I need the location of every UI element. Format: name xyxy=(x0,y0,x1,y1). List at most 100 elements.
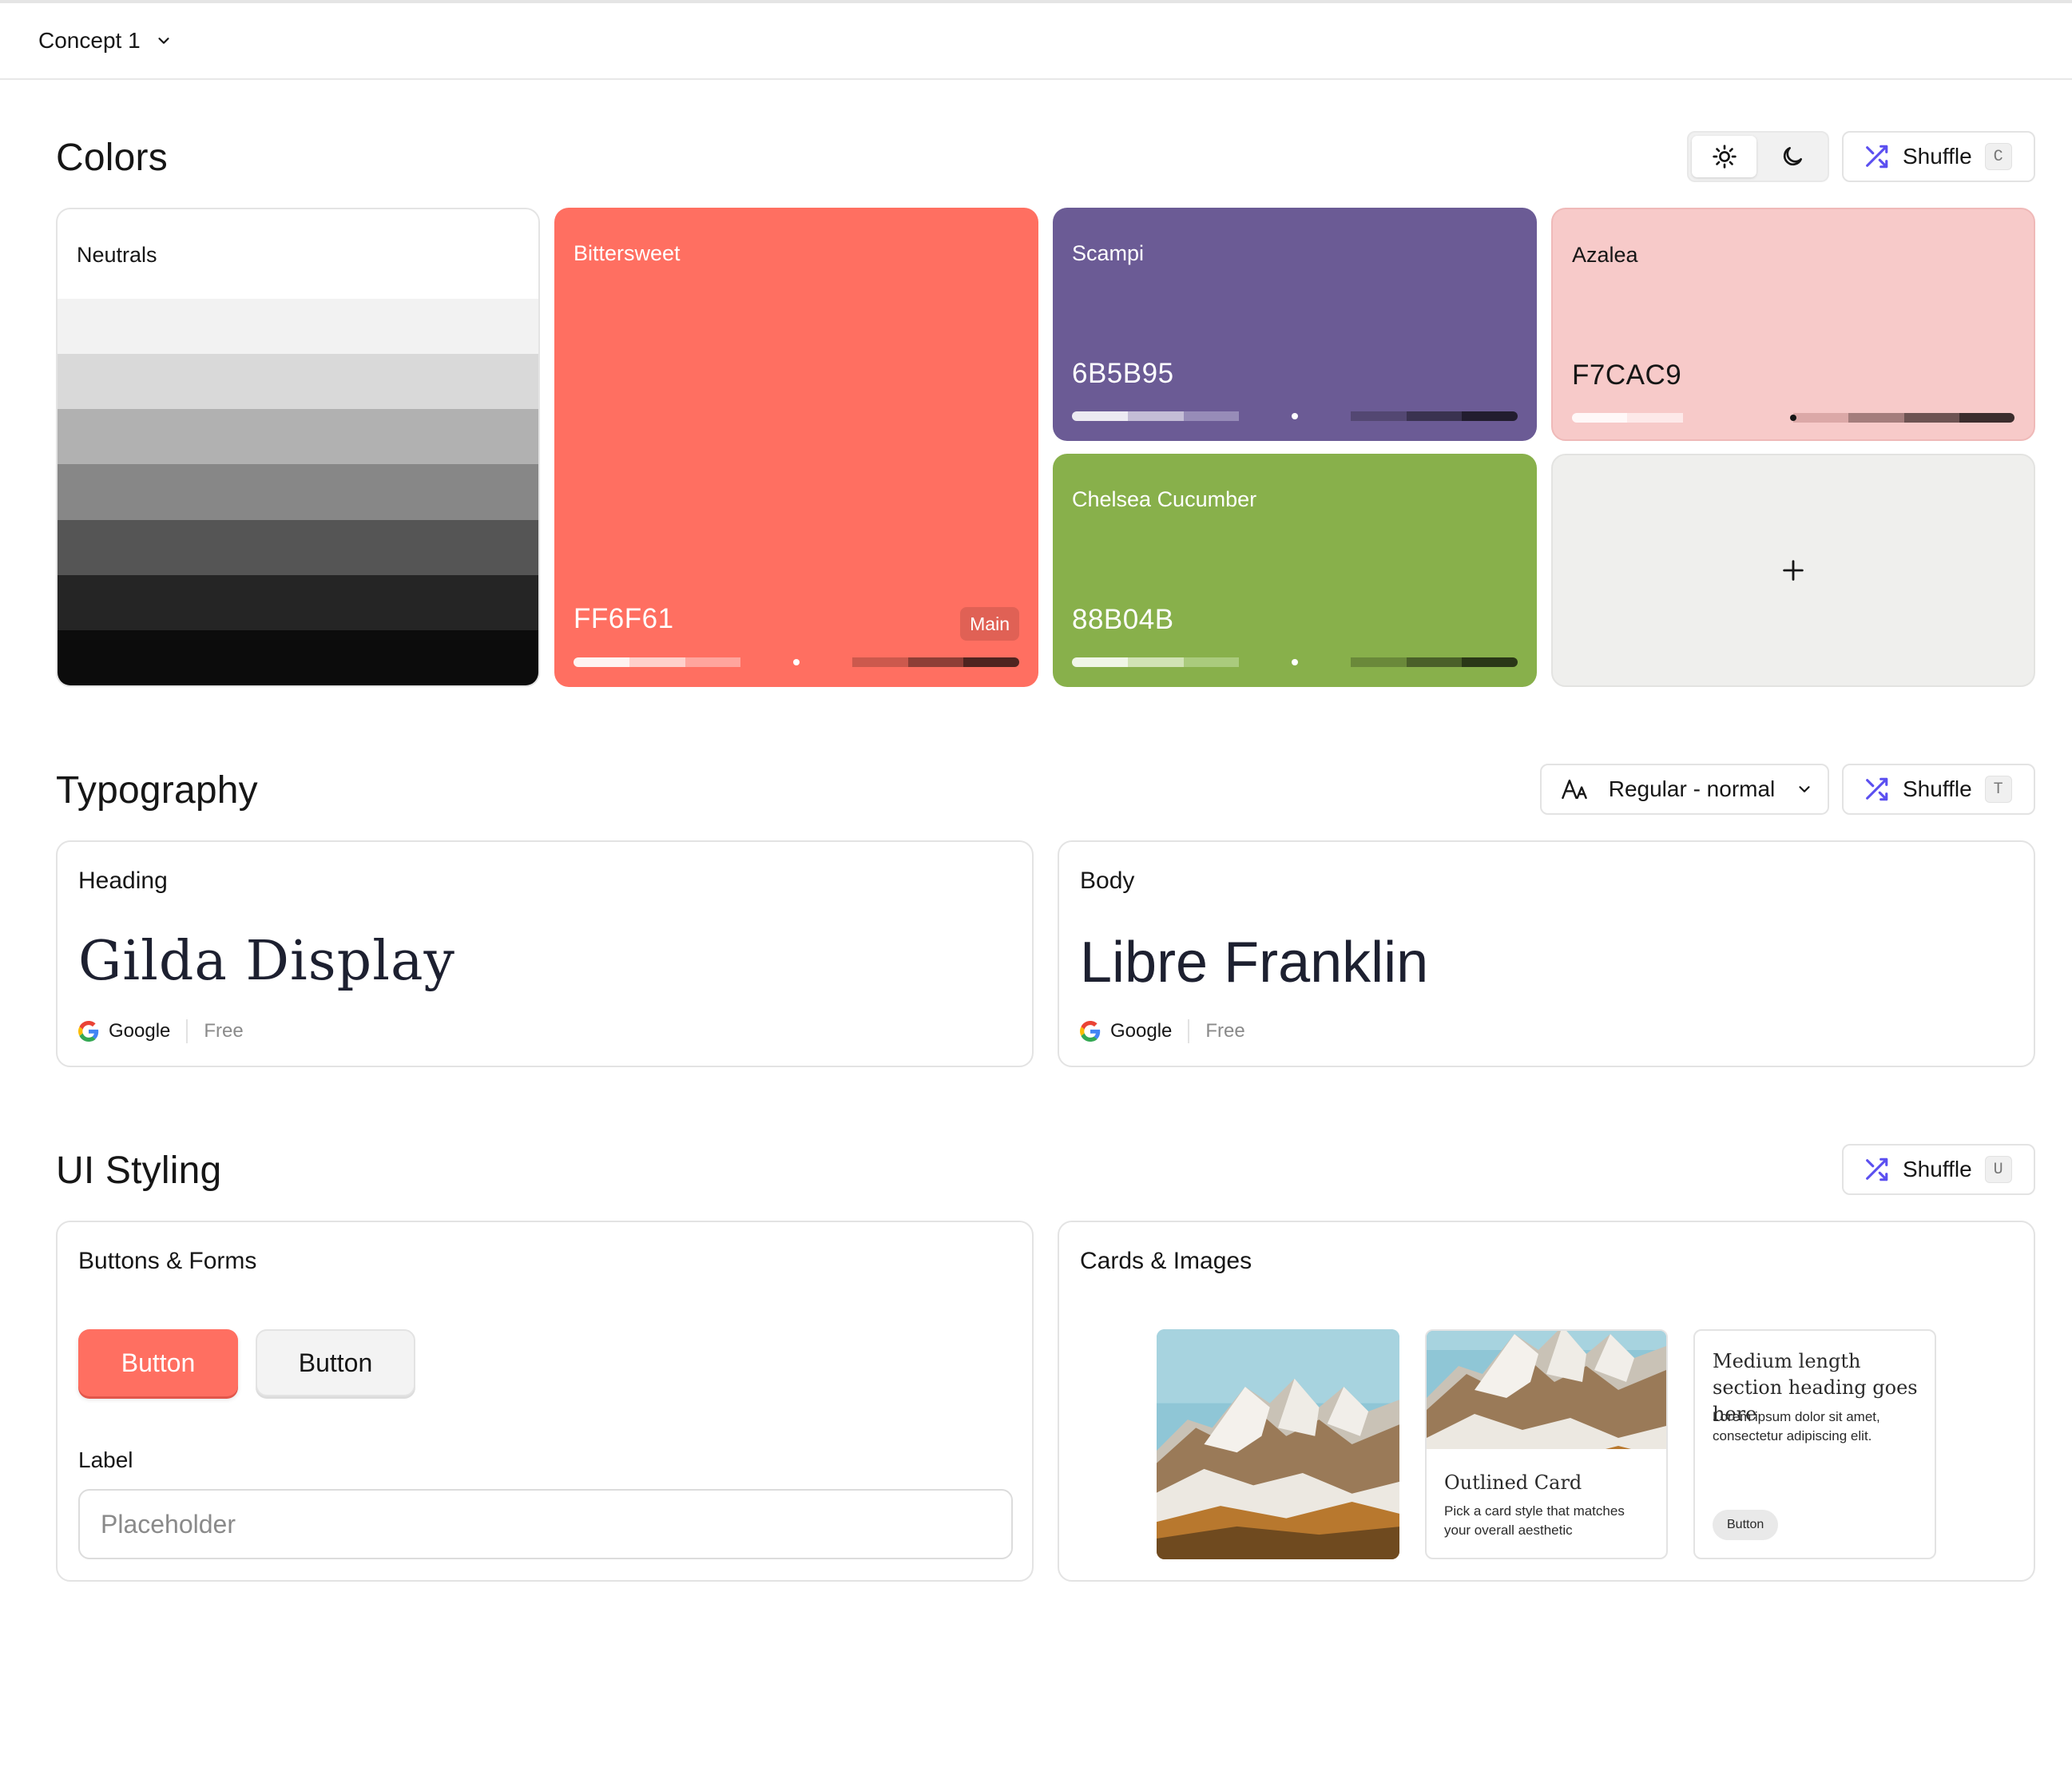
scale-step xyxy=(1406,657,1463,667)
heading-font-panel[interactable]: Heading Gilda Display Google Free xyxy=(56,840,1034,1067)
body-font-panel[interactable]: Body Libre Franklin Google Free xyxy=(1058,840,2035,1067)
scale-step xyxy=(1572,413,1628,423)
shuffle-label: Shuffle xyxy=(1903,144,1972,169)
scale-step xyxy=(1072,657,1128,667)
neutral-swatch[interactable] xyxy=(58,519,538,575)
colors-shuffle-button[interactable]: Shuffle C xyxy=(1842,131,2035,182)
outlined-card-title: Outlined Card xyxy=(1444,1471,1582,1494)
scale-step xyxy=(1793,413,1849,423)
image-card[interactable] xyxy=(1157,1329,1399,1559)
font-weight-select[interactable]: Regular - normal xyxy=(1540,764,1829,815)
shortcut-key: U xyxy=(1984,1156,2012,1183)
swatch-hex: 6B5B95 xyxy=(1072,358,1174,389)
scale-step xyxy=(574,657,629,667)
scale-step xyxy=(1350,411,1407,421)
scale-step xyxy=(1127,657,1184,667)
light-mode-button[interactable] xyxy=(1692,136,1756,177)
main-color-hex: FF6F61 xyxy=(574,603,674,634)
shuffle-icon xyxy=(1866,777,1888,801)
shuffle-icon xyxy=(1866,145,1888,169)
scale-marker xyxy=(1292,413,1298,419)
top-bar: Concept 1 xyxy=(0,0,2072,80)
neutral-swatch[interactable] xyxy=(58,629,538,685)
main-color-name: Bittersweet xyxy=(574,241,681,265)
page: Concept 1 Colors Shuffle C Neutrals Bitt… xyxy=(0,0,2072,1767)
neutral-swatch[interactable] xyxy=(58,409,538,465)
scale-marker xyxy=(793,659,800,665)
shortcut-key: C xyxy=(1984,143,2012,170)
scale-step xyxy=(1462,657,1518,667)
scale-step xyxy=(1627,413,1683,423)
swatch-card-chelsea-cucumber[interactable]: Chelsea Cucumber 88B04B xyxy=(1053,454,1537,687)
field-label: Label xyxy=(78,1447,133,1472)
swatch-card-scampi[interactable]: Scampi 6B5B95 xyxy=(1053,208,1537,441)
scale-step xyxy=(1295,657,1351,667)
scale-step xyxy=(1903,413,1959,423)
license-label: Free xyxy=(204,1020,244,1042)
scale-step xyxy=(1072,411,1128,421)
provider-name: Google xyxy=(1110,1020,1173,1042)
scale-step xyxy=(685,657,741,667)
neutrals-card[interactable]: Neutrals xyxy=(56,208,540,687)
primary-button[interactable]: Button xyxy=(78,1329,238,1396)
divider xyxy=(186,1019,189,1043)
provider-name: Google xyxy=(109,1020,171,1042)
scale-step xyxy=(963,657,1019,667)
ui-styling-shuffle-button[interactable]: Shuffle U xyxy=(1842,1144,2035,1195)
scale-step xyxy=(1350,657,1407,667)
swatch-name: Chelsea Cucumber xyxy=(1072,487,1257,511)
shuffle-label: Shuffle xyxy=(1903,1157,1972,1181)
scale-step xyxy=(1462,411,1518,421)
swatch-hex: 88B04B xyxy=(1072,604,1174,635)
neutral-swatch[interactable] xyxy=(58,464,538,520)
neutral-swatch[interactable] xyxy=(58,299,538,355)
heading-label: Heading xyxy=(78,868,168,894)
scale-step xyxy=(740,657,796,667)
cards-images-title: Cards & Images xyxy=(1080,1248,1252,1274)
scale-marker xyxy=(1790,415,1796,421)
secondary-button[interactable]: Button xyxy=(256,1329,415,1396)
divider xyxy=(1188,1019,1190,1043)
font-provider: Google Free xyxy=(78,1019,244,1043)
chevron-down-icon xyxy=(158,38,169,44)
outlined-card[interactable]: Outlined Card Pick a card style that mat… xyxy=(1425,1329,1668,1559)
text-card[interactable]: Medium length section heading goes here … xyxy=(1693,1329,1936,1559)
scale-step xyxy=(1737,413,1793,423)
scale-step xyxy=(1682,413,1738,423)
scale-step xyxy=(1239,657,1295,667)
add-color-button[interactable] xyxy=(1551,454,2035,687)
dark-mode-button[interactable] xyxy=(1760,136,1824,177)
scale-step xyxy=(1848,413,1904,423)
concept-selector[interactable]: Concept 1 xyxy=(38,28,173,54)
text-card-button[interactable]: Button xyxy=(1713,1510,1779,1540)
shuffle-icon xyxy=(1866,1157,1888,1181)
scale-step xyxy=(851,657,908,667)
font-icon xyxy=(1562,779,1587,800)
swatch-name: Scampi xyxy=(1072,241,1145,265)
typography-shuffle-button[interactable]: Shuffle T xyxy=(1842,764,2035,815)
heading-font-name: Gilda Display xyxy=(78,930,455,993)
scale-step xyxy=(796,657,852,667)
mountain-image xyxy=(1157,1329,1399,1559)
google-icon xyxy=(78,1021,99,1042)
buttons-forms-panel: Buttons & Forms Button Button Label xyxy=(56,1221,1034,1582)
neutrals-stripes xyxy=(58,299,538,685)
main-badge: Main xyxy=(960,607,1019,641)
neutrals-name: Neutrals xyxy=(77,243,157,267)
google-icon xyxy=(1080,1021,1101,1042)
plus-icon xyxy=(1783,560,1804,581)
shortcut-key: T xyxy=(1984,776,2012,803)
scale-step xyxy=(1295,411,1351,421)
colors-title: Colors xyxy=(56,137,168,179)
sample-text-input[interactable] xyxy=(78,1489,1013,1559)
swatch-hex: F7CAC9 xyxy=(1572,359,1682,391)
neutral-swatch[interactable] xyxy=(58,354,538,410)
scale-step xyxy=(629,657,685,667)
mountain-image xyxy=(1427,1331,1666,1449)
neutral-swatch[interactable] xyxy=(58,574,538,630)
ui-styling-title: UI Styling xyxy=(56,1150,222,1192)
swatch-card-azalea[interactable]: Azalea F7CAC9 xyxy=(1551,208,2035,441)
theme-toggle xyxy=(1687,131,1829,182)
main-color-card[interactable]: Bittersweet FF6F61 Main xyxy=(554,208,1038,687)
license-label: Free xyxy=(1205,1020,1245,1042)
